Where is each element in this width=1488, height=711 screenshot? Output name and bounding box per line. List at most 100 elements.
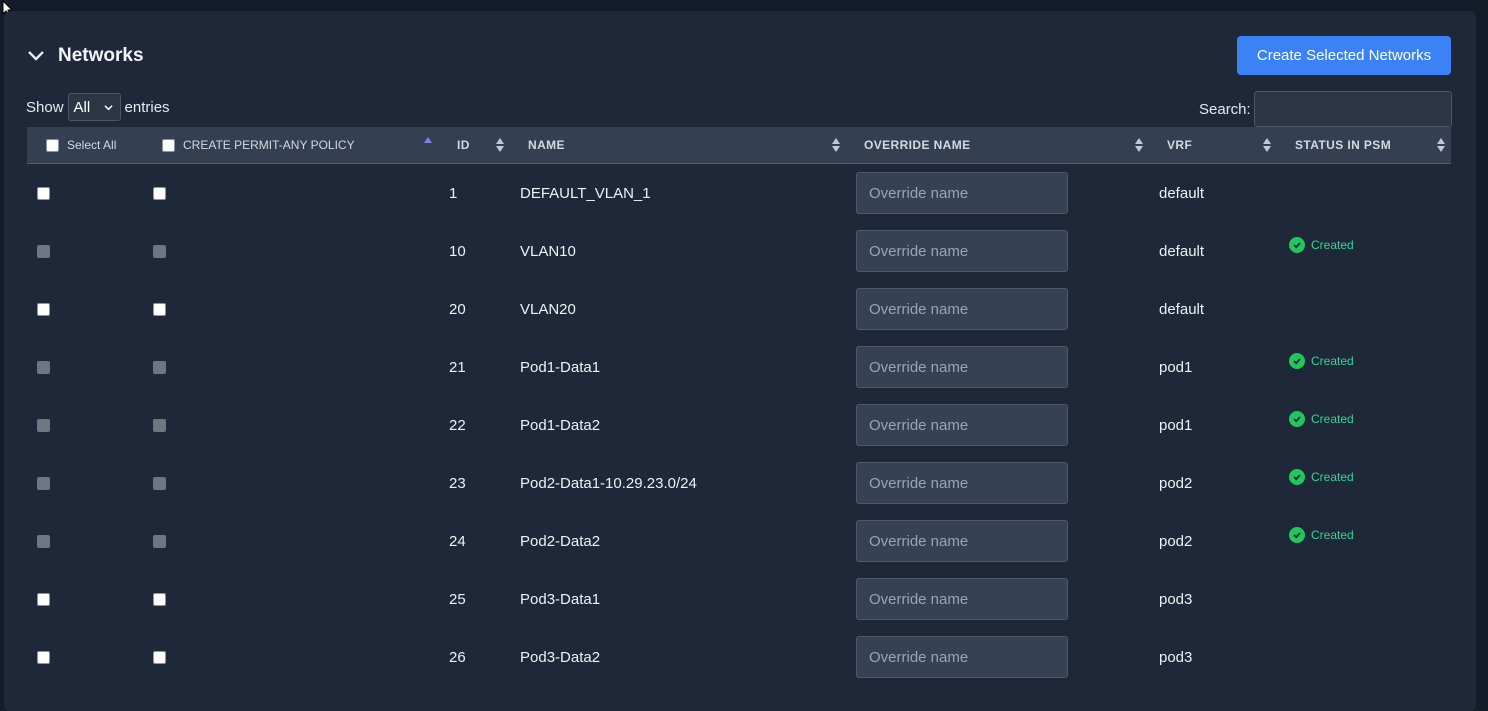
override-name-input[interactable] [856, 230, 1068, 272]
row-permit-any-cell [153, 454, 166, 512]
sort-icon[interactable] [1437, 138, 1445, 152]
row-select-checkbox[interactable] [37, 592, 50, 606]
override-name-input[interactable] [856, 578, 1068, 620]
row-select-cell [37, 222, 50, 280]
row-id: 26 [449, 648, 466, 666]
row-select-checkbox[interactable] [37, 302, 50, 316]
check-circle-icon [1289, 469, 1305, 485]
row-permit-any-checkbox[interactable] [153, 186, 166, 200]
row-name: Pod3-Data1 [520, 590, 601, 608]
select-all-checkbox[interactable] [46, 138, 59, 152]
sort-asc-icon[interactable] [424, 137, 432, 143]
chevron-down-icon[interactable] [26, 46, 46, 66]
column-header-name[interactable]: NAME [528, 127, 565, 163]
permit-any-all-checkbox[interactable] [162, 138, 175, 152]
row-select-cell [37, 512, 50, 570]
status-badge: Created [1289, 448, 1354, 506]
row-name: Pod3-Data2 [520, 648, 601, 666]
override-name-input[interactable] [856, 172, 1068, 214]
section-header[interactable]: Networks [26, 44, 144, 68]
row-permit-any-checkbox[interactable] [153, 592, 166, 606]
status-badge: Created [1289, 332, 1354, 390]
table-row: 21 Pod1-Data1 pod1 Created [27, 338, 1451, 396]
row-vrf: default [1159, 184, 1205, 202]
create-selected-networks-button[interactable]: Create Selected Networks [1237, 36, 1451, 75]
row-vrf: pod2 [1159, 532, 1193, 550]
sort-icon[interactable] [1135, 138, 1143, 152]
select-all-header[interactable]: Select All [46, 127, 116, 163]
status-badge: Created [1289, 506, 1354, 564]
row-permit-any-checkbox[interactable] [153, 650, 166, 664]
table-row: 25 Pod3-Data1 pod3 [27, 570, 1451, 628]
sort-icon[interactable] [1263, 138, 1271, 152]
override-name-input[interactable] [856, 520, 1068, 562]
row-id: 25 [449, 590, 466, 608]
row-name: Pod2-Data1-10.29.23.0/24 [520, 474, 697, 492]
column-header-status[interactable]: STATUS IN PSM [1295, 127, 1391, 163]
row-permit-any-cell [153, 338, 166, 396]
override-name-input[interactable] [856, 288, 1068, 330]
table-row: 20 VLAN20 default [27, 280, 1451, 338]
override-name-input[interactable] [856, 404, 1068, 446]
status-text: Created [1311, 528, 1354, 542]
status-text: Created [1311, 412, 1354, 426]
row-permit-any-cell [153, 570, 166, 628]
table-row: 22 Pod1-Data2 pod1 Created [27, 396, 1451, 454]
status-text: Created [1311, 354, 1354, 368]
section-title: Networks [58, 45, 144, 66]
check-circle-icon [1289, 237, 1305, 253]
permit-any-label: CREATE PERMIT-ANY POLICY [183, 138, 355, 152]
row-select-checkbox [37, 476, 50, 490]
row-vrf: default [1159, 300, 1205, 318]
table-row: 1 DEFAULT_VLAN_1 default [27, 164, 1451, 222]
row-name: Pod1-Data1 [520, 358, 601, 376]
row-select-cell [37, 280, 50, 338]
row-select-checkbox [37, 360, 50, 374]
table-header: Select All CREATE PERMIT-ANY POLICY ID N… [27, 127, 1451, 164]
row-vrf: pod1 [1159, 416, 1193, 434]
search-control: Search: [1199, 91, 1452, 127]
row-permit-any-cell [153, 280, 166, 338]
column-header-override-name[interactable]: OVERRIDE NAME [864, 127, 971, 163]
row-permit-any-checkbox [153, 418, 166, 432]
row-select-checkbox[interactable] [37, 650, 50, 664]
row-permit-any-cell [153, 396, 166, 454]
row-id: 10 [449, 242, 466, 260]
select-all-label: Select All [67, 138, 117, 152]
id-header-label: ID [457, 138, 470, 152]
sort-icon[interactable] [496, 138, 504, 152]
row-select-checkbox[interactable] [37, 186, 50, 200]
row-vrf: pod1 [1159, 358, 1193, 376]
table-row: 23 Pod2-Data1-10.29.23.0/24 pod2 Created [27, 454, 1451, 512]
override-header-label: OVERRIDE NAME [864, 138, 971, 152]
row-permit-any-checkbox[interactable] [153, 302, 166, 316]
row-select-checkbox [37, 534, 50, 548]
sort-icon[interactable] [832, 138, 840, 152]
status-badge: Created [1289, 216, 1354, 274]
entries-label: entries [124, 98, 170, 116]
row-name: VLAN10 [520, 242, 576, 260]
row-select-cell [37, 570, 50, 628]
row-vrf: pod3 [1159, 648, 1193, 666]
row-name: DEFAULT_VLAN_1 [520, 184, 651, 202]
column-header-vrf[interactable]: VRF [1167, 127, 1192, 163]
permit-any-header[interactable]: CREATE PERMIT-ANY POLICY [162, 127, 355, 163]
row-permit-any-checkbox [153, 360, 166, 374]
status-header-label: STATUS IN PSM [1295, 138, 1392, 152]
row-permit-any-cell [153, 164, 166, 222]
check-circle-icon [1289, 353, 1305, 369]
table-row: 26 Pod3-Data2 pod3 [27, 628, 1451, 686]
entries-select[interactable]: All [67, 93, 121, 121]
check-circle-icon [1289, 411, 1305, 427]
row-name: VLAN20 [520, 300, 576, 318]
search-label: Search: [1199, 100, 1251, 118]
row-permit-any-cell [153, 512, 166, 570]
search-input[interactable] [1253, 91, 1452, 127]
override-name-input[interactable] [856, 636, 1068, 678]
override-name-input[interactable] [856, 346, 1068, 388]
row-id: 23 [449, 474, 466, 492]
override-name-input[interactable] [856, 462, 1068, 504]
row-select-cell [37, 628, 50, 686]
row-select-cell [37, 396, 50, 454]
column-header-id[interactable]: ID [457, 127, 470, 163]
